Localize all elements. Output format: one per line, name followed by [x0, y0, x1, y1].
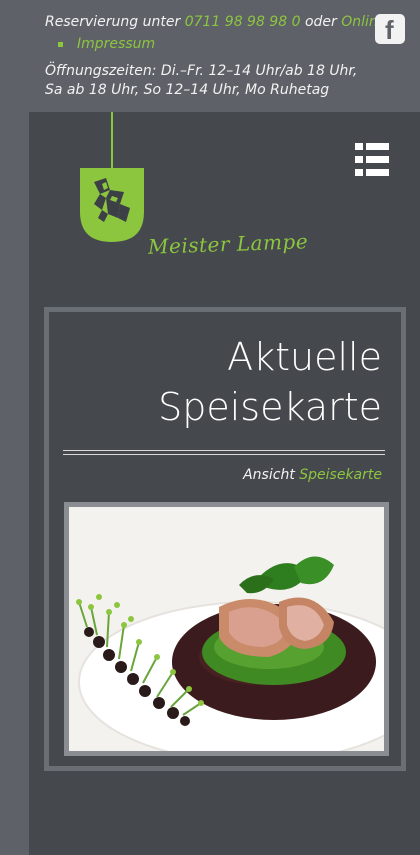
phone-link[interactable]: 0711 98 98 98 0: [185, 14, 301, 30]
menu-card: Aktuelle Speisekarte Ansicht Speisekarte: [44, 307, 406, 771]
food-illustration: [69, 507, 384, 751]
impressum-line: Impressum: [58, 36, 155, 52]
impressum-link[interactable]: Impressum: [77, 36, 155, 52]
view-menu-line: Ansicht Speisekarte: [243, 467, 382, 483]
reservation-prefix: Reservierung unter: [45, 14, 181, 30]
divider: [63, 450, 385, 451]
facebook-icon[interactable]: f: [375, 14, 405, 45]
or-text: oder: [304, 14, 337, 30]
hamburger-menu-icon[interactable]: [355, 143, 389, 177]
view-menu-link[interactable]: Speisekarte: [299, 467, 382, 483]
divider: [63, 454, 385, 455]
opening-hours: Öffnungszeiten: Di.–Fr. 12–14 Uhr/ab 18 …: [45, 63, 358, 98]
reservation-line: Reservierung unter 0711 98 98 98 0 oder …: [45, 14, 386, 30]
bullet-icon: [58, 41, 63, 47]
title-line-1: Aktuelle: [227, 335, 382, 379]
page-title: Aktuelle Speisekarte: [62, 332, 382, 432]
food-photo: [64, 502, 389, 756]
view-prefix: Ansicht: [243, 467, 295, 483]
title-line-2: Speisekarte: [158, 385, 382, 429]
top-bar: Reservierung unter 0711 98 98 98 0 oder …: [0, 0, 420, 112]
logo-hanger: [111, 112, 113, 170]
hare-shield-logo[interactable]: [80, 168, 144, 242]
